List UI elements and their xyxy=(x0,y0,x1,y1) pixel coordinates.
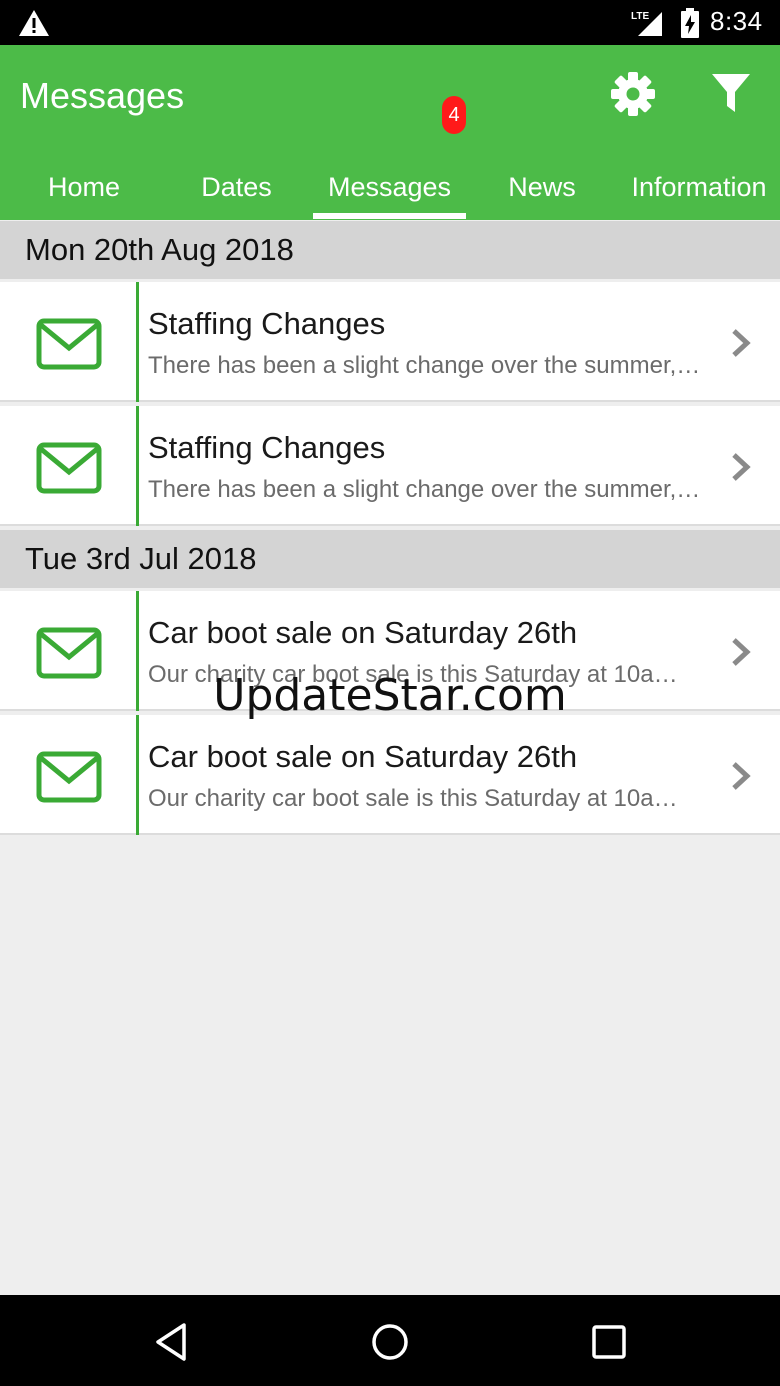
home-icon xyxy=(372,1324,408,1360)
message-row[interactable]: Car boot sale on Saturday 26th Our chari… xyxy=(0,591,780,711)
recents-button[interactable] xyxy=(584,1317,634,1367)
tab-news[interactable]: News xyxy=(466,155,618,220)
filter-icon xyxy=(712,74,750,112)
system-nav-bar xyxy=(0,1295,780,1386)
tab-home[interactable]: Home xyxy=(8,155,160,220)
date-header: Tue 3rd Jul 2018 xyxy=(0,530,780,588)
filter-button[interactable] xyxy=(706,69,756,119)
envelope-icon xyxy=(36,442,102,494)
envelope-icon xyxy=(36,751,102,803)
row-divider xyxy=(136,591,139,711)
message-title: Car boot sale on Saturday 26th xyxy=(148,615,578,650)
message-preview: Our charity car boot sale is this Saturd… xyxy=(148,661,678,688)
selected-tab-indicator xyxy=(313,213,466,219)
tab-messages[interactable]: Messages xyxy=(313,155,466,220)
message-row[interactable]: Staffing Changes There has been a slight… xyxy=(0,406,780,526)
back-button[interactable] xyxy=(146,1317,196,1367)
envelope-icon xyxy=(36,627,102,679)
message-preview: There has been a slight change over the … xyxy=(148,476,701,503)
signal-icon: LTE xyxy=(631,11,662,36)
row-divider xyxy=(136,715,139,835)
svg-text:LTE: LTE xyxy=(631,11,649,22)
settings-button[interactable] xyxy=(608,69,658,119)
back-icon xyxy=(156,1323,186,1361)
page-title: Messages xyxy=(20,75,185,116)
message-preview: There has been a slight change over the … xyxy=(148,352,701,379)
message-row[interactable]: Staffing Changes There has been a slight… xyxy=(0,282,780,402)
tab-information[interactable]: Information xyxy=(618,155,780,220)
message-title: Car boot sale on Saturday 26th xyxy=(148,739,578,774)
tab-dates[interactable]: Dates xyxy=(160,155,313,220)
row-divider xyxy=(136,282,139,402)
message-preview: Our charity car boot sale is this Saturd… xyxy=(148,785,678,812)
chevron-right-icon xyxy=(732,329,751,357)
chevron-right-icon xyxy=(732,453,751,481)
warning-icon xyxy=(19,10,49,36)
message-title: Staffing Changes xyxy=(148,430,386,465)
clock: 8:34 xyxy=(710,6,763,36)
chevron-right-icon xyxy=(732,762,751,790)
recents-icon xyxy=(592,1325,626,1359)
home-button[interactable] xyxy=(365,1317,415,1367)
date-header: Mon 20th Aug 2018 xyxy=(0,221,780,279)
envelope-icon xyxy=(36,318,102,370)
tab-bar: Home Dates Messages News Information xyxy=(0,155,780,220)
chevron-right-icon xyxy=(732,638,751,666)
status-bar: LTE 8:34 xyxy=(0,0,780,45)
settings-icon xyxy=(611,72,655,116)
app-bar: Messages Home Dates Messages News Inform… xyxy=(0,45,780,220)
battery-icon xyxy=(681,8,699,38)
message-title: Staffing Changes xyxy=(148,306,386,341)
row-divider xyxy=(136,406,139,526)
unread-badge: 4 xyxy=(442,96,466,134)
message-row[interactable]: Car boot sale on Saturday 26th Our chari… xyxy=(0,715,780,835)
